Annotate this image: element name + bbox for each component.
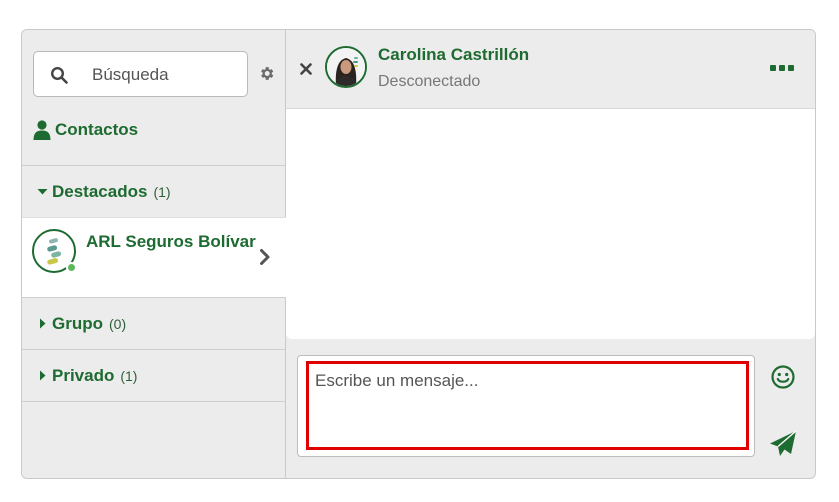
section-destacados-label: Destacados <box>52 181 148 201</box>
avatar <box>325 46 367 88</box>
contact-name: ARL Seguros Bolívar <box>86 232 256 251</box>
caret-down-icon <box>37 189 48 195</box>
send-icon[interactable] <box>769 430 797 458</box>
section-grupo[interactable]: Grupo (0) <box>22 297 286 349</box>
chat-widget: Contactos Destacados (1) ARL Seguros Bol… <box>21 29 816 479</box>
search-box[interactable] <box>33 51 248 97</box>
caret-right-icon <box>40 318 46 329</box>
contacts-link[interactable]: Contactos <box>33 119 138 141</box>
contacts-panel: Contactos Destacados (1) ARL Seguros Bol… <box>22 30 286 478</box>
message-composer <box>297 355 755 457</box>
divider <box>22 401 286 402</box>
section-privado-label: Privado <box>52 365 115 385</box>
section-privado[interactable]: Privado (1) <box>22 349 286 401</box>
conversation-panel: Carolina Castrillón Desconectado <box>286 30 815 478</box>
contact-item[interactable]: ARL Seguros Bolívar <box>22 217 286 297</box>
contacts-link-label: Contactos <box>55 120 139 139</box>
close-icon[interactable] <box>300 63 312 75</box>
section-grupo-label: Grupo <box>52 313 103 333</box>
online-status-dot <box>66 262 77 273</box>
section-destacados[interactable]: Destacados (1) <box>22 165 286 217</box>
section-destacados-count: (1) <box>153 183 171 200</box>
more-icon[interactable] <box>770 64 794 72</box>
emoji-icon[interactable] <box>771 365 795 389</box>
message-area <box>286 108 815 339</box>
chat-contact-status: Desconectado <box>378 73 481 90</box>
message-input[interactable] <box>306 361 749 450</box>
chevron-right-icon[interactable] <box>259 248 271 266</box>
search-icon <box>50 66 68 84</box>
search-input[interactable] <box>92 62 237 88</box>
gear-icon[interactable] <box>258 65 275 82</box>
chat-header: Carolina Castrillón Desconectado <box>286 30 815 108</box>
contact-photo <box>327 48 365 86</box>
section-grupo-count: (0) <box>109 315 127 332</box>
section-privado-count: (1) <box>120 367 138 384</box>
caret-right-icon <box>40 370 46 381</box>
user-icon <box>33 120 51 140</box>
chat-contact-name: Carolina Castrillón <box>378 45 530 64</box>
